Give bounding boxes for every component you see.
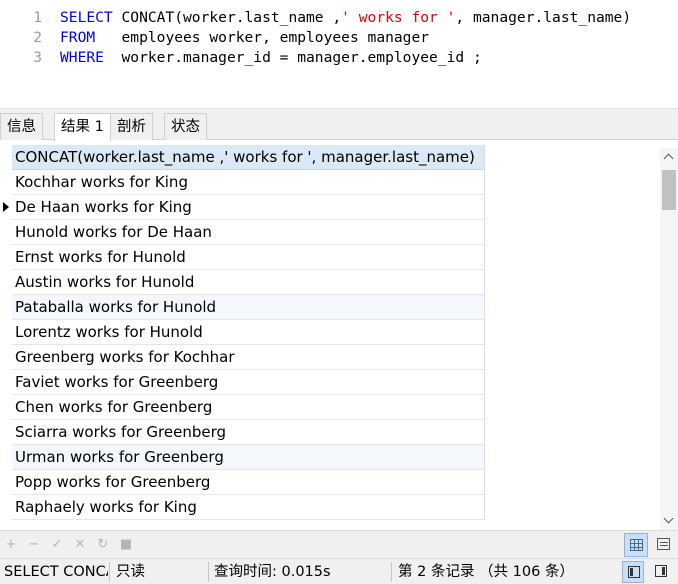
- tab-result-1[interactable]: 结果 1: [54, 113, 111, 141]
- row-indicator[interactable]: [0, 220, 12, 245]
- left-panel-icon: [628, 566, 640, 578]
- code-text[interactable]: SELECT CONCAT(worker.last_name ,' works …: [60, 8, 631, 28]
- grid-toolbar: + − ✓ ✕ ↻ ■: [0, 530, 678, 558]
- vertical-scrollbar[interactable]: [660, 148, 678, 530]
- row-indicator[interactable]: [0, 445, 12, 470]
- add-record-icon[interactable]: +: [0, 531, 22, 559]
- status-query-time: 查询时间: 0.015s: [214, 564, 331, 580]
- table-cell[interactable]: Sciarra works for Greenberg: [12, 420, 485, 445]
- code-line[interactable]: 2 FROM employees worker, employees manage…: [0, 28, 678, 48]
- form-view-button[interactable]: [652, 533, 676, 557]
- line-number: 3: [33, 49, 42, 66]
- row-indicator[interactable]: [0, 420, 12, 445]
- sql-string: ' works for ': [341, 9, 456, 26]
- code-text[interactable]: WHERE worker.manager_id = manager.employ…: [60, 48, 482, 68]
- sql-token: worker.manager_id = manager.employee_id …: [103, 49, 482, 66]
- table-cell[interactable]: Ernst works for Hunold: [12, 245, 485, 270]
- status-divider: [208, 562, 209, 582]
- result-tab-bar: 信息 结果 1 剖析 状态: [0, 112, 678, 141]
- status-query-text: SELECT CONCAT(worker.last_name ,' works …: [4, 564, 108, 580]
- toggle-left-panel-button[interactable]: [622, 561, 644, 583]
- row-indicator[interactable]: [0, 345, 12, 370]
- table-cell[interactable]: Greenberg works for Kochhar: [12, 345, 485, 370]
- row-indicator[interactable]: [0, 195, 12, 220]
- status-bar: SELECT CONCAT(worker.last_name ,' works …: [0, 558, 678, 584]
- scrollbar-thumb[interactable]: [662, 170, 676, 210]
- line-number: 2: [33, 29, 42, 46]
- table-cell[interactable]: Raphaely works for King: [12, 495, 485, 520]
- row-indicator[interactable]: [0, 170, 12, 195]
- tab-info[interactable]: 信息: [0, 113, 43, 140]
- grid-view-button[interactable]: [624, 533, 648, 557]
- status-divider: [391, 562, 392, 582]
- table-cell[interactable]: De Haan works for King: [12, 195, 485, 220]
- chevron-up-icon: [663, 153, 674, 164]
- row-indicator[interactable]: [0, 295, 12, 320]
- table-cell[interactable]: Lorentz works for Hunold: [12, 320, 485, 345]
- table-cell[interactable]: Popp works for Greenberg: [12, 470, 485, 495]
- table-cell[interactable]: Pataballa works for Hunold: [12, 295, 485, 320]
- sql-editor[interactable]: 1 SELECT CONCAT(worker.last_name ,' works…: [0, 0, 678, 108]
- line-number: 1: [33, 9, 42, 26]
- sql-keyword: FROM: [60, 29, 96, 46]
- table-cell[interactable]: Kochhar works for King: [12, 170, 485, 195]
- status-divider: [109, 562, 110, 582]
- sql-keyword: SELECT: [60, 9, 113, 26]
- delete-record-icon[interactable]: −: [23, 531, 45, 559]
- result-grid[interactable]: CONCAT(worker.last_name ,' works for ', …: [0, 140, 678, 530]
- discard-changes-icon[interactable]: ✕: [69, 531, 91, 559]
- status-record-info: 第 2 条记录 （共 106 条）: [398, 564, 574, 580]
- grid-view-icon: [630, 539, 643, 551]
- row-indicator[interactable]: [0, 370, 12, 395]
- toggle-right-panel-button[interactable]: [650, 561, 672, 583]
- table-cell[interactable]: Urman works for Greenberg: [12, 445, 485, 470]
- status-mode: 只读: [116, 564, 145, 580]
- sql-keyword: WHERE: [60, 49, 104, 66]
- scroll-up-button[interactable]: [660, 148, 678, 166]
- scroll-down-button[interactable]: [660, 512, 678, 530]
- current-row-arrow-icon: [3, 202, 9, 212]
- tab-status[interactable]: 状态: [164, 113, 207, 140]
- code-line[interactable]: 3 WHERE worker.manager_id = manager.emplo…: [0, 48, 678, 68]
- form-view-icon: [657, 538, 670, 550]
- row-indicator[interactable]: [0, 470, 12, 495]
- row-indicator[interactable]: [0, 320, 12, 345]
- row-indicator[interactable]: [0, 245, 12, 270]
- code-text[interactable]: FROM employees worker, employees manager: [60, 28, 429, 48]
- right-panel-icon: [655, 565, 667, 577]
- table-cell[interactable]: Austin works for Hunold: [12, 270, 485, 295]
- code-line[interactable]: 1 SELECT CONCAT(worker.last_name ,' works…: [0, 8, 678, 28]
- table-cell[interactable]: Hunold works for De Haan: [12, 220, 485, 245]
- tab-profile[interactable]: 剖析: [110, 113, 153, 140]
- stop-icon[interactable]: ■: [115, 531, 137, 559]
- table-cell[interactable]: Chen works for Greenberg: [12, 395, 485, 420]
- chevron-down-icon: [663, 513, 674, 524]
- table-cell[interactable]: Faviet works for Greenberg: [12, 370, 485, 395]
- row-indicator[interactable]: [0, 395, 12, 420]
- sql-token: employees worker, employees manager: [95, 29, 430, 46]
- column-header[interactable]: CONCAT(worker.last_name ,' works for ', …: [12, 145, 485, 170]
- sql-token: CONCAT(worker.last_name ,: [112, 9, 342, 26]
- row-indicator[interactable]: [0, 270, 12, 295]
- sql-token: , manager.last_name): [455, 9, 632, 26]
- row-indicator[interactable]: [0, 495, 12, 520]
- apply-changes-icon[interactable]: ✓: [46, 531, 68, 559]
- refresh-icon[interactable]: ↻: [92, 531, 114, 559]
